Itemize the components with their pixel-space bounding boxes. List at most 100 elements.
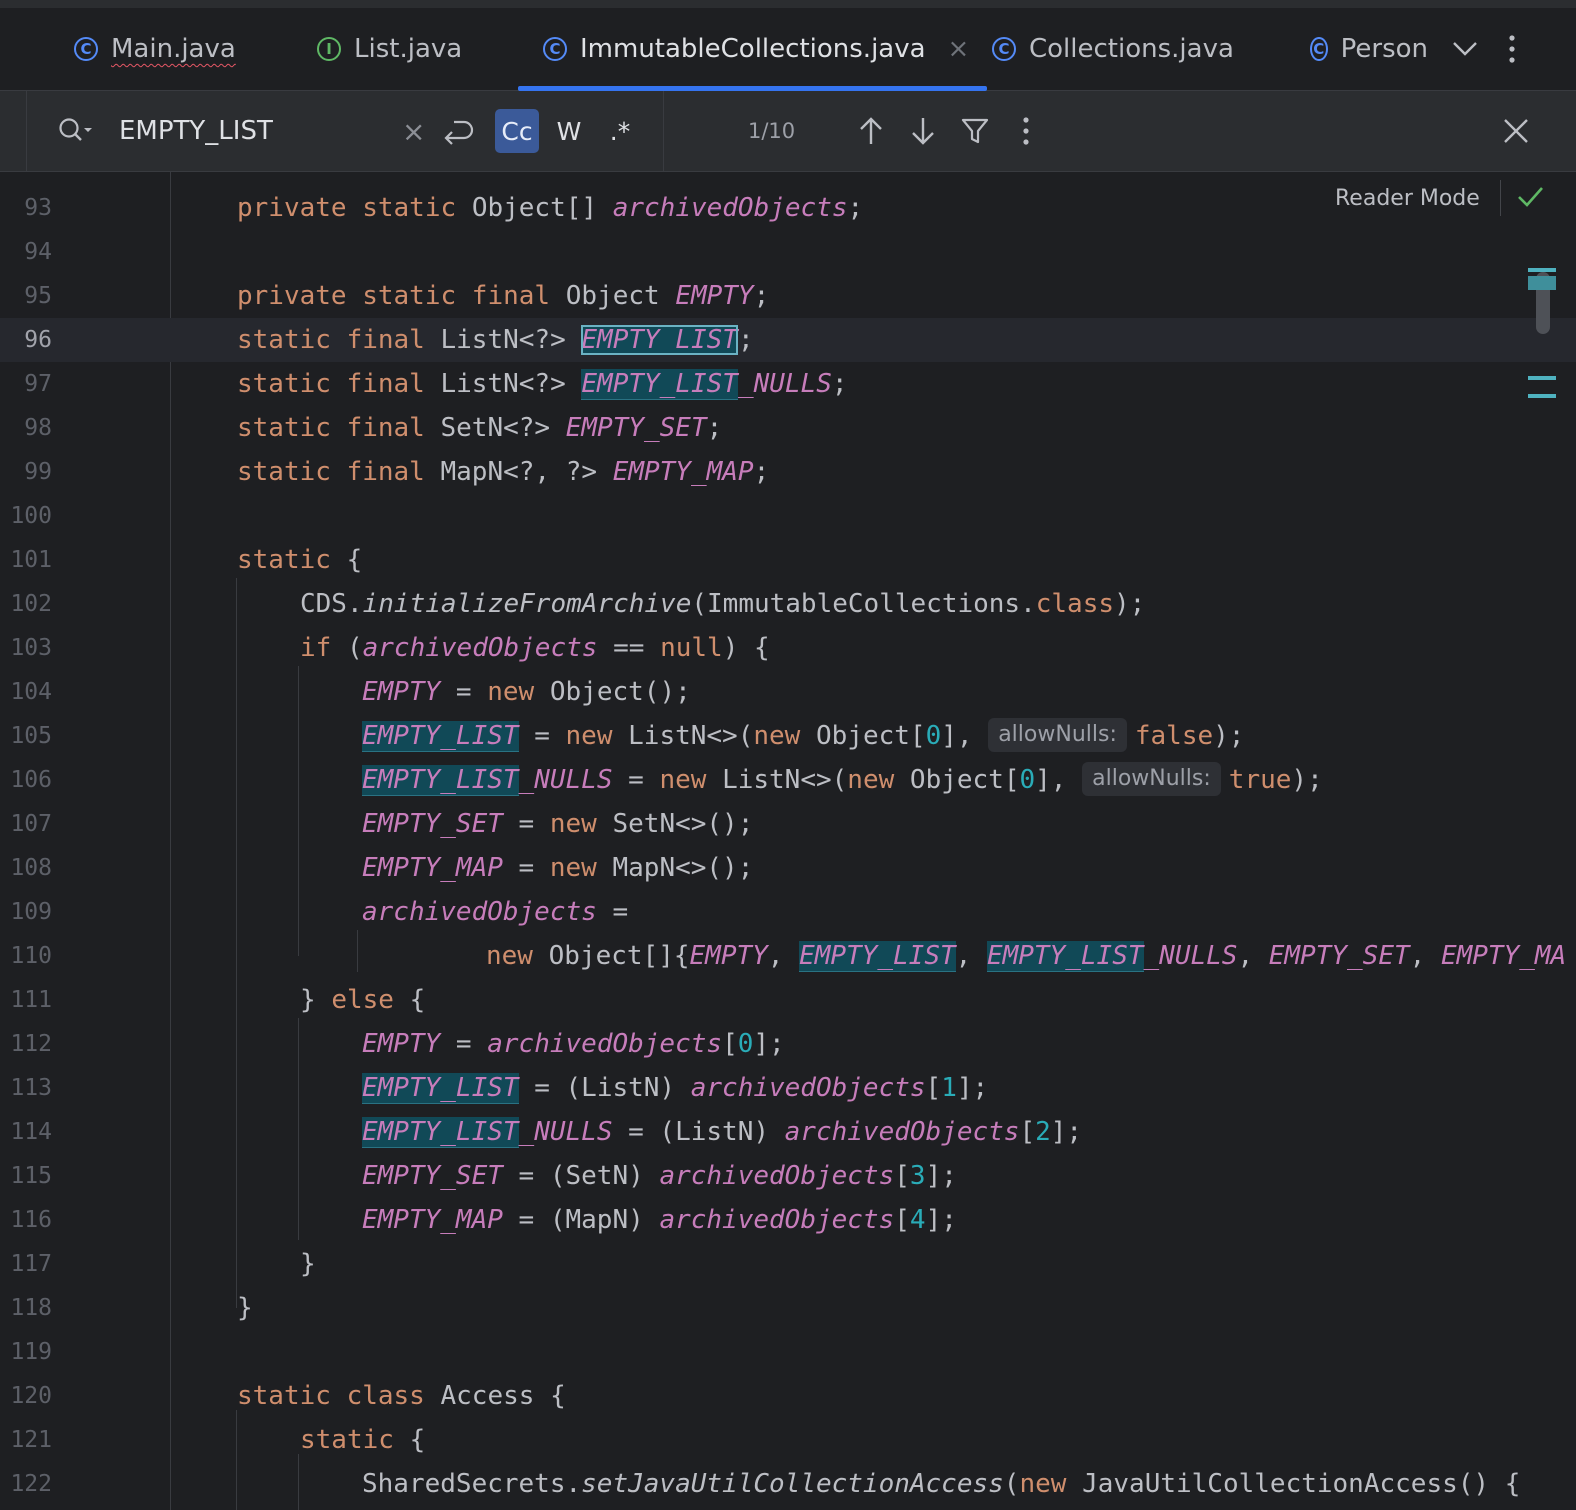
tab-label: Collections.java (1029, 34, 1234, 64)
line-number: 117 (10, 1251, 52, 1277)
code-text: if (archivedObjects == null) { (300, 633, 770, 663)
code-text: static { (300, 1425, 426, 1455)
tab-main-java[interactable]: C Main.java (74, 8, 236, 90)
line-number: 119 (10, 1339, 52, 1365)
close-find-button[interactable] (1502, 91, 1530, 171)
code-text: EMPTY = archivedObjects[0]; (362, 1029, 785, 1059)
reader-mode-button[interactable]: Reader Mode (1335, 186, 1480, 211)
code-line: 104 EMPTY = new Object(); (0, 670, 1576, 714)
line-number: 109 (10, 899, 52, 925)
class-icon: C (1310, 37, 1328, 61)
code-text: CDS.initializeFromArchive(ImmutableColle… (300, 589, 1146, 619)
close-icon (1504, 119, 1528, 143)
code-line: 112 EMPTY = archivedObjects[0]; (0, 1022, 1576, 1066)
find-bar: × Cc W .* 1/10 (0, 91, 1576, 172)
tab-label: List.java (354, 34, 463, 64)
code-line: 99 static final MapN<?, ?> EMPTY_MAP; (0, 450, 1576, 494)
code-text: EMPTY_LIST_NULLS = (ListN) archivedObjec… (362, 1117, 1083, 1148)
regex-label: .* (609, 116, 631, 146)
code-text: } else { (300, 985, 426, 1015)
clear-icon: × (402, 114, 426, 148)
line-number: 105 (10, 723, 52, 749)
match-counter: 1/10 (748, 91, 795, 171)
code-text: static final MapN<?, ?> EMPTY_MAP; (237, 457, 770, 487)
search-input-wrap (119, 91, 389, 171)
search-marker[interactable] (1528, 376, 1556, 380)
line-number: 94 (24, 239, 52, 265)
code-text: new Object[]{EMPTY, EMPTY_LIST, EMPTY_LI… (486, 941, 1567, 972)
line-number: 114 (10, 1119, 52, 1145)
code-text: static final ListN<?> EMPTY_LIST_NULLS; (237, 369, 848, 400)
words-toggle[interactable]: W (547, 91, 591, 171)
filter-button[interactable] (961, 91, 989, 171)
code-line: 115 EMPTY_SET = (SetN) archivedObjects[3… (0, 1154, 1576, 1198)
clear-search-button[interactable]: × (402, 91, 425, 171)
next-match-button[interactable] (910, 91, 936, 171)
line-number: 107 (10, 811, 52, 837)
chevron-down-icon (1453, 42, 1477, 56)
code-line: 117 } (0, 1242, 1576, 1286)
code-line: 105 EMPTY_LIST = new ListN<>(new Object[… (0, 714, 1576, 758)
window-top-strip (0, 0, 1576, 8)
tab-person[interactable]: C Person (1310, 8, 1428, 90)
more-vertical-icon (1023, 117, 1029, 145)
code-line: 110 new Object[]{EMPTY, EMPTY_LIST, EMPT… (0, 934, 1576, 978)
tab-immutablecollections-java[interactable]: C ImmutableCollections.java × (518, 8, 988, 91)
code-line: 94 (0, 230, 1576, 274)
inspection-ok-icon[interactable] (1516, 182, 1544, 210)
parameter-hint: allowNulls: (1082, 761, 1221, 796)
code-text: } (237, 1293, 253, 1323)
line-number: 113 (10, 1075, 52, 1101)
close-icon[interactable]: × (948, 34, 970, 64)
class-icon: C (543, 37, 567, 61)
line-number: 118 (10, 1295, 52, 1321)
tab-more-button[interactable] (1508, 8, 1516, 90)
line-number: 96 (24, 327, 52, 353)
match-case-toggle[interactable]: Cc (495, 91, 539, 171)
code-line: 100 (0, 494, 1576, 538)
match-counter-text: 1/10 (748, 119, 796, 143)
tab-list-java[interactable]: I List.java (317, 8, 462, 90)
code-line: 107 EMPTY_SET = new SetN<>(); (0, 802, 1576, 846)
tab-label: Main.java (111, 34, 236, 64)
code-editor[interactable]: 93 private static Object[] archivedObjec… (0, 172, 1576, 1510)
search-marker[interactable] (1528, 276, 1556, 290)
code-text: EMPTY_MAP = new MapN<>(); (362, 853, 754, 883)
tab-overflow-button[interactable] (1452, 8, 1478, 90)
search-marker[interactable] (1528, 394, 1556, 398)
code-text: static final SetN<?> EMPTY_SET; (237, 413, 723, 443)
class-icon: C (74, 37, 98, 61)
code-text: } (300, 1249, 316, 1279)
line-number: 104 (10, 679, 52, 705)
regex-toggle[interactable]: .* (598, 91, 642, 171)
code-line: 114 EMPTY_LIST_NULLS = (ListN) archivedO… (0, 1110, 1576, 1154)
line-number: 93 (24, 195, 52, 221)
code-text: static class Access { (237, 1381, 566, 1411)
line-number: 101 (10, 547, 52, 573)
code-line: 109 archivedObjects = (0, 890, 1576, 934)
tab-collections-java[interactable]: C Collections.java (992, 8, 1234, 90)
search-icon (59, 118, 92, 141)
line-number: 103 (10, 635, 52, 661)
code-line: 95 private static final Object EMPTY; (0, 274, 1576, 318)
search-input[interactable] (119, 116, 389, 146)
code-text: private static final Object EMPTY; (237, 281, 770, 311)
find-more-button[interactable] (1022, 91, 1030, 171)
code-text: EMPTY_SET = new SetN<>(); (362, 809, 754, 839)
current-search-match: EMPTY_LIST (581, 325, 738, 355)
code-text: EMPTY_LIST = new ListN<>(new Object[0], … (362, 714, 1244, 758)
previous-match-button[interactable] (858, 91, 884, 171)
code-line-current: 96 static final ListN<?> EMPTY_LIST; (0, 318, 1576, 362)
line-number: 115 (10, 1163, 52, 1189)
editor-tab-bar: C Main.java I List.java C ImmutableColle… (0, 8, 1576, 91)
code-line: 106 EMPTY_LIST_NULLS = new ListN<>(new O… (0, 758, 1576, 802)
code-line: 101 static { (0, 538, 1576, 582)
code-text: EMPTY = new Object(); (362, 677, 691, 707)
line-number: 106 (10, 767, 52, 793)
search-marker[interactable] (1528, 268, 1556, 272)
search-history-button[interactable] (58, 91, 94, 171)
new-line-button[interactable] (442, 91, 474, 171)
code-line: 119 (0, 1330, 1576, 1374)
line-number: 99 (24, 459, 52, 485)
code-line: 97 static final ListN<?> EMPTY_LIST_NULL… (0, 362, 1576, 406)
